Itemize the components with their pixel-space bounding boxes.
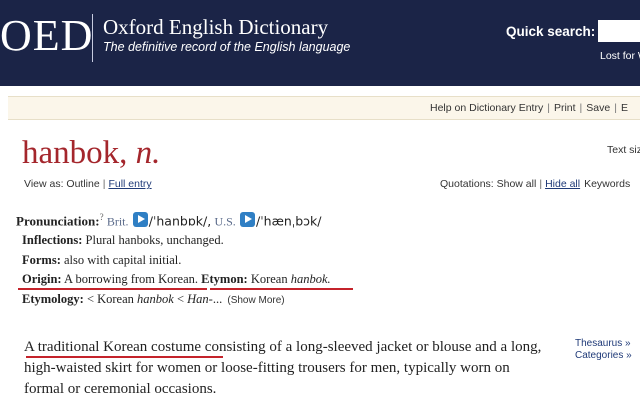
etymology-han: Han- [187, 292, 213, 306]
us-ipa: /ˈhænˌbɔk/ [256, 213, 322, 229]
pronunciation-row: Pronunciation:? Brit. /ˈhanbɒk/, U.S. /ˈ… [16, 212, 322, 229]
play-audio-icon[interactable] [132, 212, 148, 228]
view-as-bar: View as: Outline | Full entry [24, 178, 152, 190]
separator: | [579, 102, 583, 114]
pronunciation-label: Pronunciation: [16, 213, 100, 229]
utility-links: Help on Dictionary Entry | Print | Save | E [430, 102, 628, 114]
us-label: U.S. [214, 214, 236, 229]
etymon-label: Etymon: [201, 272, 248, 286]
show-more-link[interactable]: (Show More) [227, 295, 284, 306]
quick-search-input[interactable] [598, 20, 640, 42]
print-link[interactable]: Print [554, 102, 576, 114]
forms-label: Forms: [22, 253, 61, 267]
headword: hanbok, n. [22, 133, 160, 173]
save-link[interactable]: Save [586, 102, 610, 114]
oed-logo[interactable]: OED [0, 10, 93, 62]
site-title[interactable]: Oxford English Dictionary [103, 14, 328, 40]
inflections-row: Inflections: Plural hanboks, unchanged. [22, 233, 224, 248]
forms-row: Forms: also with capital initial. [22, 253, 181, 268]
hide-all-link[interactable]: Hide all [545, 178, 580, 190]
etymology-mid: < [176, 292, 185, 306]
text-size-control[interactable]: Text siz [607, 144, 640, 156]
etymology-prefix: < Korean [86, 292, 134, 306]
thesaurus-link[interactable]: Thesaurus » [575, 338, 632, 350]
definition-underline [26, 356, 223, 358]
origin-underline [18, 288, 207, 290]
quotations-label: Quotations: [440, 178, 494, 190]
quick-search-label: Quick search: [506, 24, 596, 39]
origin-label: Origin: [22, 272, 62, 286]
show-all-link[interactable]: Show all [497, 178, 537, 190]
site-header: OED Oxford English Dictionary The defini… [0, 0, 640, 86]
etymon-underline [210, 288, 353, 290]
inflections-label: Inflections: [22, 233, 83, 247]
categories-link[interactable]: Categories » [575, 350, 632, 362]
definition-highlight: A traditional Korean costume [24, 339, 202, 355]
etymology-word: hanbok [137, 292, 174, 306]
inflections-text: Plural hanboks, unchanged. [85, 233, 224, 247]
keywords-link[interactable]: Keywords [584, 178, 630, 190]
separator: | [547, 102, 550, 114]
view-full-entry-link[interactable]: Full entry [108, 178, 151, 190]
definition: A traditional Korean costume consisting … [24, 337, 544, 400]
pronunciation-help-icon[interactable]: ? [100, 212, 104, 222]
view-outline-link[interactable]: Outline [66, 178, 99, 190]
quotations-bar: Quotations: Show all | Hide all Keywords [440, 178, 630, 190]
separator: | [102, 178, 106, 190]
email-link[interactable]: E [621, 102, 628, 114]
side-links: Thesaurus » Categories » [575, 338, 632, 362]
part-of-speech: n. [135, 135, 161, 171]
site-tagline: The definitive record of the English lan… [103, 40, 351, 54]
origin-row: Origin: A borrowing from Korean. Etymon:… [22, 272, 331, 287]
etymology-ellipsis: ... [212, 292, 223, 306]
forms-text: also with capital initial. [64, 253, 182, 267]
separator: | [539, 178, 543, 190]
help-link[interactable]: Help on Dictionary Entry [430, 102, 543, 114]
etymon-word[interactable]: hanbok. [291, 272, 331, 286]
logo-divider [92, 14, 93, 62]
brit-label: Brit. [106, 214, 129, 229]
utility-bar: Help on Dictionary Entry | Print | Save | E [8, 96, 640, 120]
brit-ipa: /ˈhanbɒk/, [148, 213, 212, 229]
separator: | [614, 102, 617, 114]
headword-text: hanbok, [22, 135, 128, 171]
etymology-row: Etymology: < Korean hanbok < Han-... (Sh… [22, 292, 285, 307]
etymology-label: Etymology: [22, 292, 84, 306]
origin-text: A borrowing from Korean. [64, 272, 199, 286]
view-as-label: View as: [24, 178, 64, 190]
lost-for-words-link[interactable]: Lost for W [600, 50, 640, 62]
play-audio-icon[interactable] [240, 212, 256, 228]
etymon-text: Korean [250, 272, 288, 286]
